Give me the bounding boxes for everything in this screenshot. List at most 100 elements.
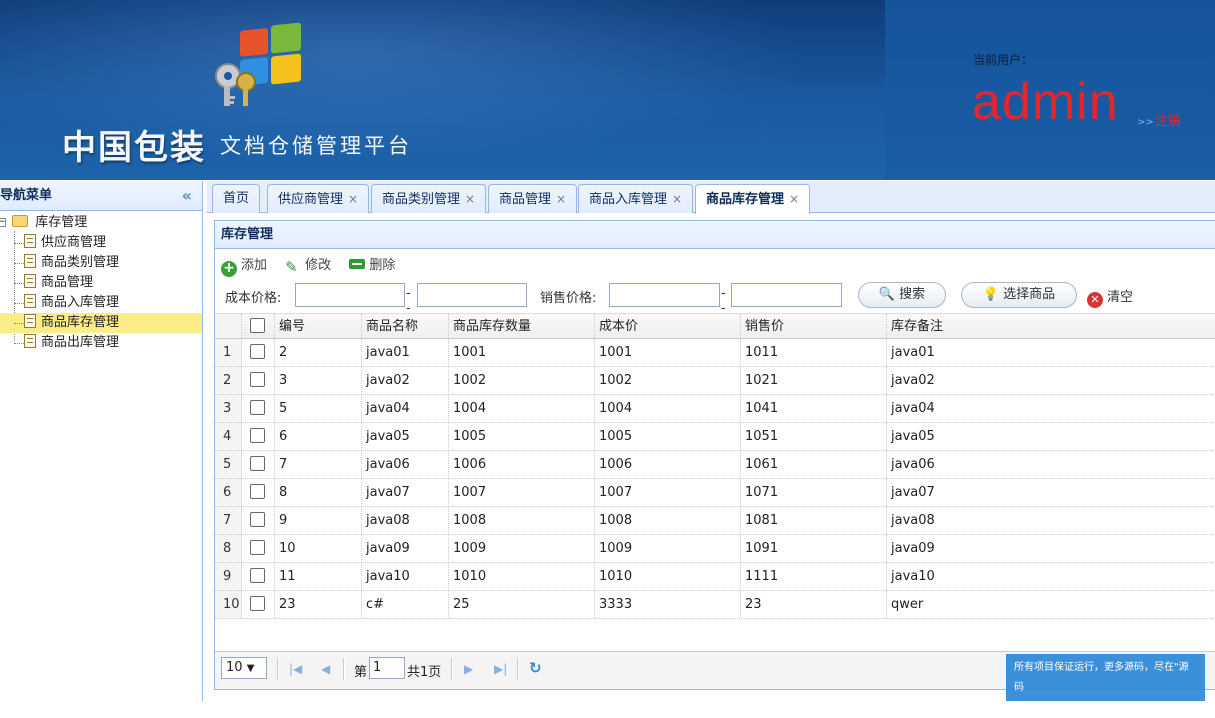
- table-row[interactable]: 8 10 java09 1009 1009 1091 java09: [215, 535, 1215, 563]
- page-size-select[interactable]: 10 ▼: [221, 657, 267, 679]
- tree-item-label: 供应商管理: [41, 235, 107, 250]
- tree-item-outbound[interactable]: 商品出库管理: [0, 333, 202, 353]
- table-cell-sale: 1061: [741, 451, 887, 478]
- table-row[interactable]: 2 3 java02 1002 1002 1021 java02: [215, 367, 1215, 395]
- search-button[interactable]: 🔍 搜索: [858, 282, 946, 308]
- table-cell-qty: 1006: [449, 451, 595, 478]
- table-row[interactable]: 3 5 java04 1004 1004 1041 java04: [215, 395, 1215, 423]
- collapse-node-icon[interactable]: −: [0, 218, 6, 227]
- tab-goods[interactable]: 商品管理 ×: [488, 184, 578, 213]
- toolbar: + 添加 ✎ 修改 删除: [221, 255, 409, 277]
- tree-item-goods[interactable]: 商品管理: [0, 273, 202, 293]
- first-page-icon[interactable]: |◀: [289, 662, 302, 676]
- table-row[interactable]: 5 7 java06 1006 1006 1061 java06: [215, 451, 1215, 479]
- nav-tree: − 库存管理 供应商管理 商品类别管理 商品管理 商品入库管理 商品库存管理 商…: [0, 211, 202, 353]
- table-cell-sale: 1011: [741, 339, 887, 366]
- tab-inbound[interactable]: 商品入库管理 ×: [578, 184, 694, 213]
- table-cell-qty: 1004: [449, 395, 595, 422]
- tab-label: 首页: [223, 191, 250, 206]
- table-row[interactable]: 9 11 java10 1010 1010 1111 java10: [215, 563, 1215, 591]
- sale-max-input[interactable]: [731, 283, 842, 307]
- select-goods-button[interactable]: 💡 选择商品: [961, 282, 1077, 308]
- table-cell-cost: 1002: [595, 367, 741, 394]
- row-checkbox[interactable]: [250, 484, 265, 499]
- select-all-cell: [242, 314, 275, 338]
- table-cell-sale: 1021: [741, 367, 887, 394]
- table-row[interactable]: 4 6 java05 1005 1005 1051 java05: [215, 423, 1215, 451]
- column-header[interactable]: 库存备注: [887, 314, 1215, 338]
- tab-label: 商品库存管理: [706, 192, 785, 207]
- last-page-icon[interactable]: ▶|: [494, 662, 507, 676]
- collapse-sidebar-icon[interactable]: «: [182, 181, 192, 211]
- row-checkbox[interactable]: [250, 512, 265, 527]
- tab-supplier[interactable]: 供应商管理 ×: [267, 184, 370, 213]
- row-checkbox-cell: [242, 367, 275, 394]
- table-row[interactable]: 7 9 java08 1008 1008 1081 java08: [215, 507, 1215, 535]
- close-tab-icon[interactable]: ×: [789, 192, 799, 206]
- edit-button[interactable]: ✎ 修改: [285, 255, 331, 277]
- row-checkbox[interactable]: [250, 456, 265, 471]
- table-cell-name: java09: [362, 535, 449, 562]
- table-cell-cost: 1010: [595, 563, 741, 590]
- row-checkbox[interactable]: [250, 344, 265, 359]
- close-tab-icon[interactable]: ×: [556, 192, 566, 206]
- delete-button[interactable]: 删除: [349, 255, 395, 277]
- tree-item-category[interactable]: 商品类别管理: [0, 253, 202, 273]
- cost-max-input[interactable]: [417, 283, 527, 307]
- current-page-input[interactable]: 1: [369, 657, 405, 679]
- column-header[interactable]: 商品名称: [362, 314, 449, 338]
- windows-keys-logo-icon: [215, 22, 301, 106]
- select-all-checkbox[interactable]: [250, 318, 265, 333]
- select-goods-label: 选择商品: [1003, 287, 1056, 302]
- table-row[interactable]: 1 2 java01 1001 1001 1011 java01: [215, 339, 1215, 367]
- table-cell-qty: 1005: [449, 423, 595, 450]
- cost-min-input[interactable]: [295, 283, 405, 307]
- tree-item-stock[interactable]: 商品库存管理: [0, 313, 202, 333]
- tree-item-label: 商品出库管理: [41, 335, 120, 350]
- table-cell-cost: 1008: [595, 507, 741, 534]
- table-row[interactable]: 6 8 java07 1007 1007 1071 java07: [215, 479, 1215, 507]
- row-checkbox[interactable]: [250, 372, 265, 387]
- close-tab-icon[interactable]: ×: [348, 192, 358, 206]
- lightbulb-icon: 💡: [982, 287, 1000, 302]
- row-number: 4: [215, 423, 242, 450]
- refresh-icon[interactable]: ↻: [529, 659, 542, 677]
- clear-button[interactable]: ✕ 清空: [1087, 286, 1133, 308]
- row-checkbox[interactable]: [250, 400, 265, 415]
- table-cell-name: java04: [362, 395, 449, 422]
- column-header[interactable]: 成本价: [595, 314, 741, 338]
- add-button[interactable]: + 添加: [221, 255, 267, 277]
- tab-category[interactable]: 商品类别管理 ×: [371, 184, 487, 213]
- tree-item-inbound[interactable]: 商品入库管理: [0, 293, 202, 313]
- row-checkbox[interactable]: [250, 428, 265, 443]
- close-tab-icon[interactable]: ×: [465, 192, 475, 206]
- table-cell-qty: 1008: [449, 507, 595, 534]
- row-checkbox[interactable]: [250, 568, 265, 583]
- logout-link[interactable]: >>注销: [1137, 110, 1181, 129]
- table-cell-cost: 1006: [595, 451, 741, 478]
- table-cell-cost: 1001: [595, 339, 741, 366]
- row-checkbox[interactable]: [250, 596, 265, 611]
- table-cell-name: java06: [362, 451, 449, 478]
- next-page-icon[interactable]: ▶: [464, 662, 473, 676]
- pager-separator: [343, 658, 345, 680]
- tree-item-label: 商品类别管理: [41, 255, 120, 270]
- table-row[interactable]: 10 23 c# 25 3333 23 qwer: [215, 591, 1215, 619]
- page-prefix-label: 第: [354, 665, 368, 680]
- tree-connector: [14, 303, 24, 304]
- tab-stock[interactable]: 商品库存管理 ×: [695, 184, 811, 214]
- row-number: 3: [215, 395, 242, 422]
- tab-home[interactable]: 首页: [212, 184, 261, 213]
- sale-min-input[interactable]: [609, 283, 720, 307]
- table-cell-qty: 25: [449, 591, 595, 618]
- row-checkbox[interactable]: [250, 540, 265, 555]
- close-tab-icon[interactable]: ×: [672, 192, 682, 206]
- tree-node-inventory-root[interactable]: − 库存管理: [0, 213, 202, 233]
- pager-separator: [517, 658, 519, 680]
- prev-page-icon[interactable]: ◀: [321, 662, 330, 676]
- table-cell-note: java08: [891, 513, 935, 528]
- column-header[interactable]: 商品库存数量: [449, 314, 595, 338]
- column-header[interactable]: 编号: [275, 314, 362, 338]
- tree-item-supplier[interactable]: 供应商管理: [0, 233, 202, 253]
- column-header[interactable]: 销售价: [741, 314, 887, 338]
